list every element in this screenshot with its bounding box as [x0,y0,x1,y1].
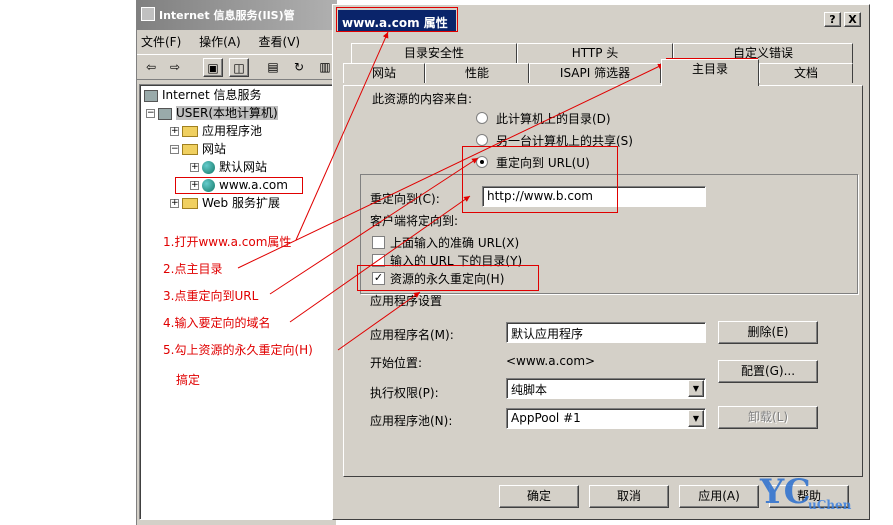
watermark-logo-small: uChen [808,498,852,512]
annotation-done: 搞定 [176,373,201,387]
tab-home-directory[interactable]: 主目录 [661,59,759,86]
annotation-step5: 5.勾上资源的永久重定向(H) [163,343,313,357]
annotation-step4: 4.输入要定向的域名 [163,316,271,330]
annotation-step3: 3.点重定向到URL [163,289,259,303]
annotation-step1: 1.打开www.a.com属性 [163,235,292,249]
annotation-arrows [237,31,665,351]
watermark-logo: YC [760,472,811,512]
annotation-step2: 2.点主目录 [163,262,223,276]
